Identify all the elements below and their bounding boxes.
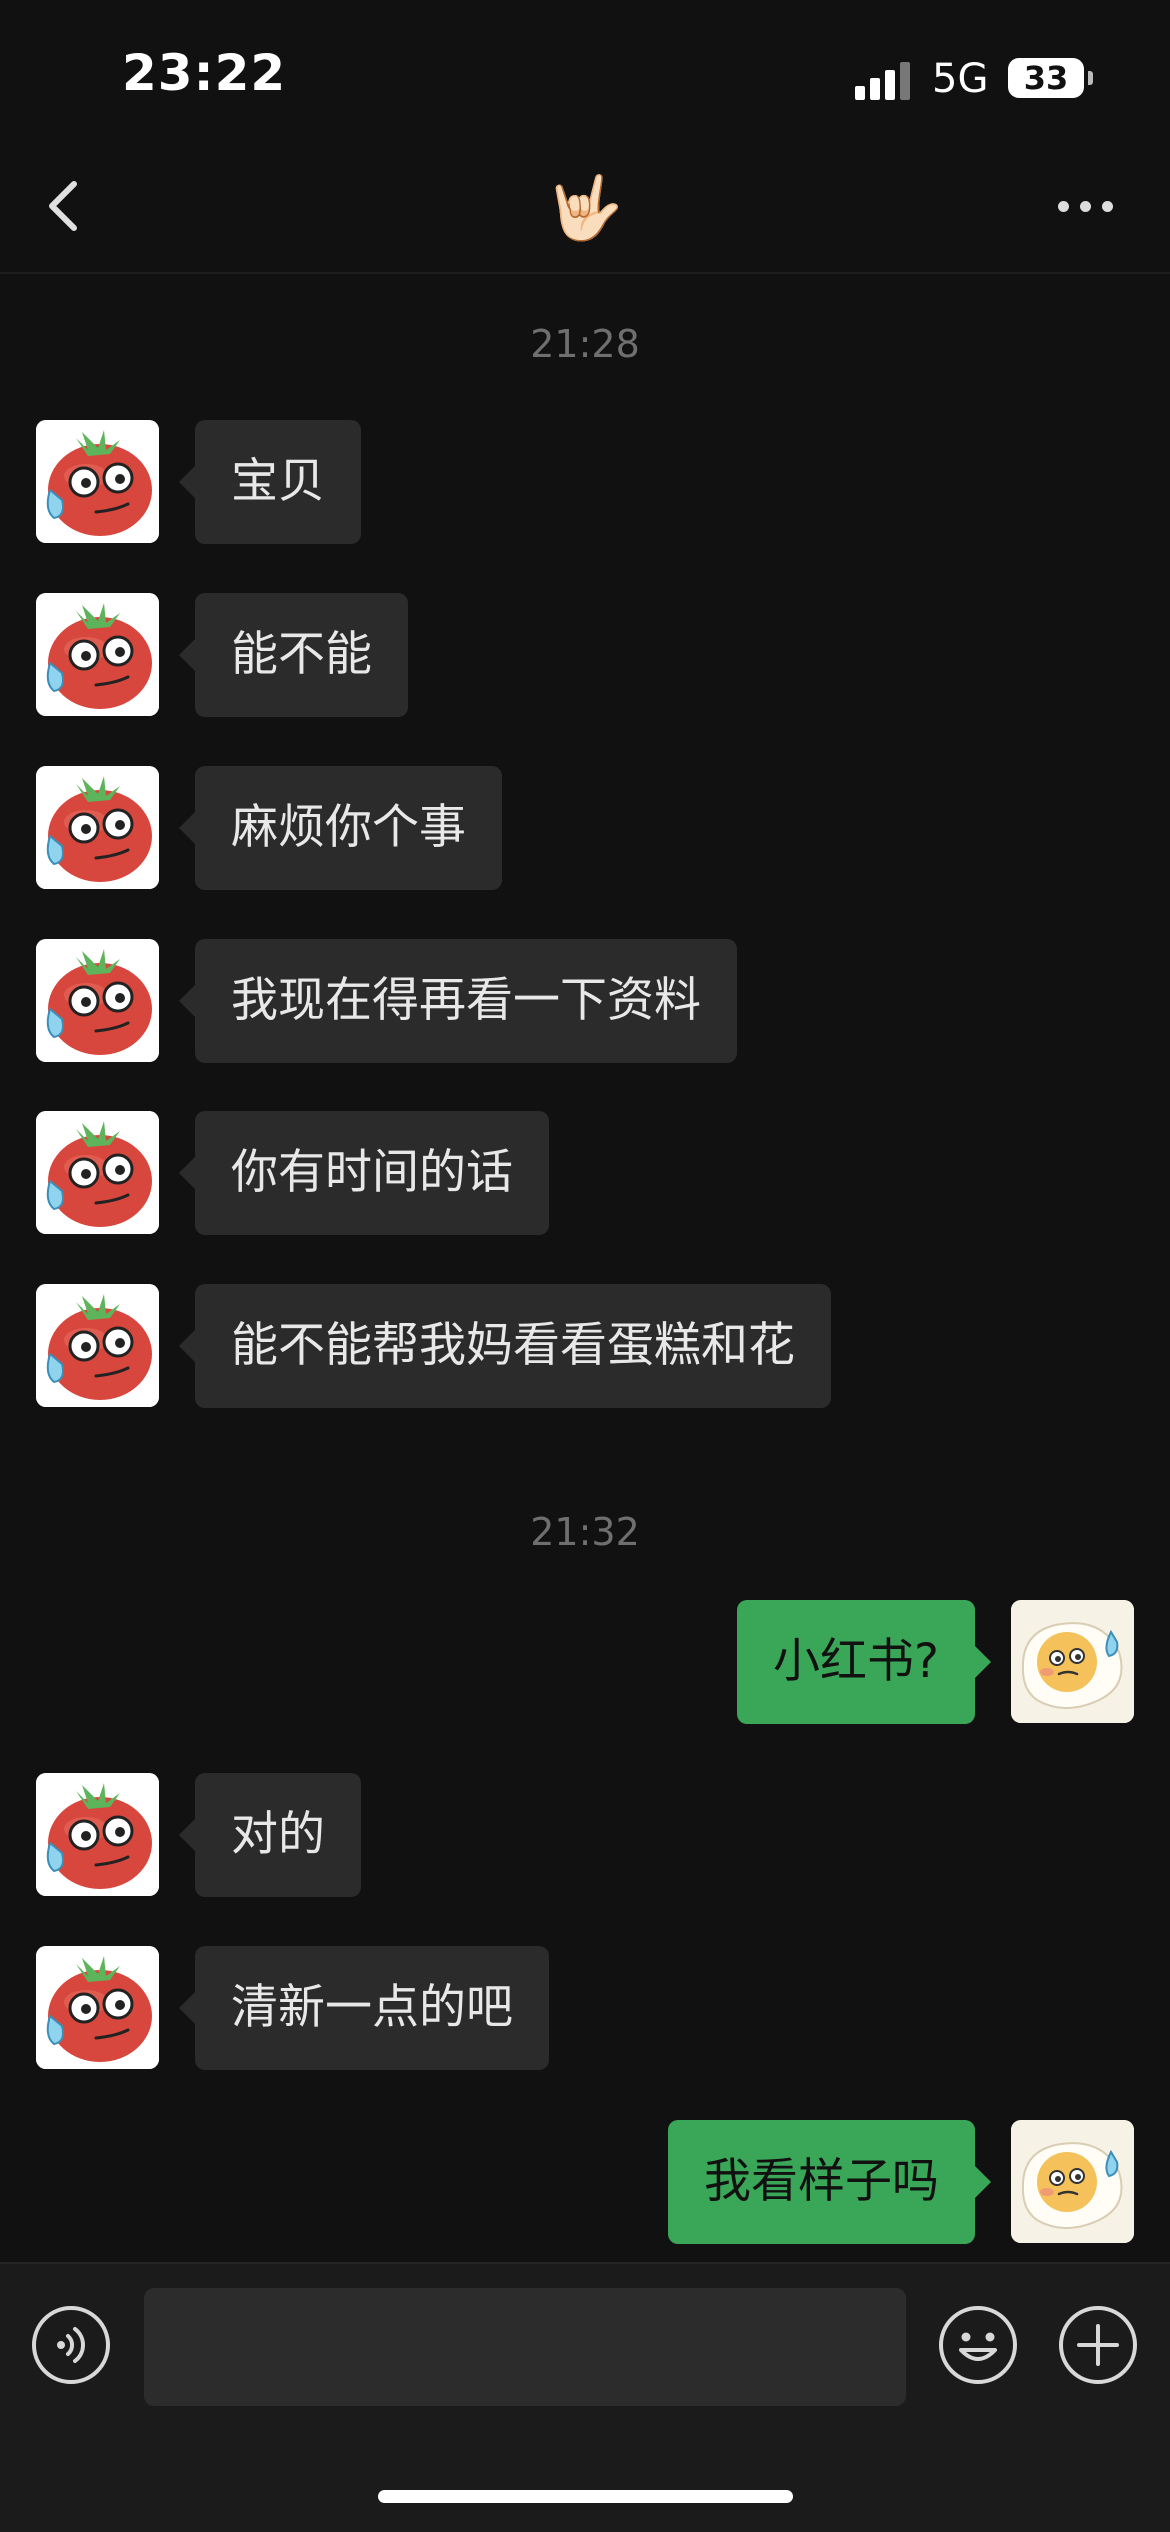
- battery-icon: 33: [1008, 58, 1084, 98]
- message-bubble[interactable]: 小红书?: [737, 1600, 991, 1724]
- message-bubble[interactable]: 宝贝: [179, 420, 361, 544]
- tomato-avatar-icon: [36, 1946, 159, 2069]
- message-timestamp: 21:28: [530, 322, 640, 366]
- incoming-message: 宝贝: [0, 420, 1170, 544]
- message-input[interactable]: [144, 2288, 906, 2406]
- home-indicator[interactable]: [378, 2490, 793, 2503]
- message-bubble[interactable]: 对的: [179, 1773, 361, 1897]
- incoming-message: 麻烦你个事: [0, 766, 1170, 890]
- tomato-avatar-icon: [36, 939, 159, 1062]
- chat-header: 🤟🏻: [0, 140, 1170, 274]
- message-bubble[interactable]: 能不能帮我妈看看蛋糕和花: [179, 1284, 831, 1408]
- status-time: 23:22: [122, 44, 287, 102]
- tomato-avatar[interactable]: [36, 939, 159, 1062]
- status-bar: 23:22 5G 33: [0, 0, 1170, 140]
- message-timestamp: 21:32: [530, 1510, 640, 1554]
- incoming-message: 能不能帮我妈看看蛋糕和花: [0, 1284, 1170, 1408]
- incoming-message: 你有时间的话: [0, 1111, 1170, 1235]
- chevron-left-icon: [49, 181, 77, 231]
- tomato-avatar[interactable]: [36, 1773, 159, 1896]
- tomato-avatar-icon: [36, 1773, 159, 1896]
- tomato-avatar[interactable]: [36, 420, 159, 543]
- egg-avatar[interactable]: [1011, 1600, 1134, 1723]
- message-bubble[interactable]: 能不能: [179, 593, 408, 717]
- tomato-avatar-icon: [36, 593, 159, 716]
- incoming-message: 能不能: [0, 593, 1170, 717]
- tomato-avatar[interactable]: [36, 593, 159, 716]
- message-bubble[interactable]: 麻烦你个事: [179, 766, 502, 890]
- tomato-avatar-icon: [36, 1111, 159, 1234]
- message-bubble[interactable]: 我看样子吗: [668, 2120, 991, 2244]
- message-bubble[interactable]: 我现在得再看一下资料: [179, 939, 737, 1063]
- emoji-icon: [939, 2306, 1017, 2384]
- tomato-avatar[interactable]: [36, 1284, 159, 1407]
- plus-button[interactable]: [1057, 2304, 1139, 2386]
- tomato-avatar[interactable]: [36, 766, 159, 889]
- egg-avatar-icon: [1011, 2120, 1134, 2243]
- incoming-message: 我现在得再看一下资料: [0, 939, 1170, 1063]
- message-bubble[interactable]: 清新一点的吧: [179, 1946, 549, 2070]
- battery-tip: [1088, 71, 1093, 85]
- tomato-avatar[interactable]: [36, 1946, 159, 2069]
- egg-avatar-icon: [1011, 1600, 1134, 1723]
- network-label: 5G: [932, 56, 989, 102]
- outgoing-message: 我看样子吗: [0, 2120, 1170, 2244]
- incoming-message: 清新一点的吧: [0, 1946, 1170, 2070]
- message-bubble[interactable]: 你有时间的话: [179, 1111, 549, 1235]
- back-button[interactable]: [36, 170, 96, 242]
- tomato-avatar-icon: [36, 420, 159, 543]
- voice-icon: [32, 2306, 110, 2384]
- voice-button[interactable]: [30, 2304, 112, 2386]
- chat-title: 🤟🏻: [546, 171, 624, 244]
- outgoing-message: 小红书?: [0, 1600, 1170, 1724]
- signal-strength-icon: [855, 60, 915, 100]
- chat-screen: 23:22 5G 33 🤟🏻 21:28 宝贝能不能麻烦你个事我现在得再看一下资料…: [0, 0, 1170, 2532]
- incoming-message: 对的: [0, 1773, 1170, 1897]
- more-button[interactable]: [1050, 186, 1122, 226]
- tomato-avatar-icon: [36, 766, 159, 889]
- emoji-button[interactable]: [937, 2304, 1019, 2386]
- tomato-avatar-icon: [36, 1284, 159, 1407]
- egg-avatar[interactable]: [1011, 2120, 1134, 2243]
- plus-icon: [1059, 2306, 1137, 2384]
- tomato-avatar[interactable]: [36, 1111, 159, 1234]
